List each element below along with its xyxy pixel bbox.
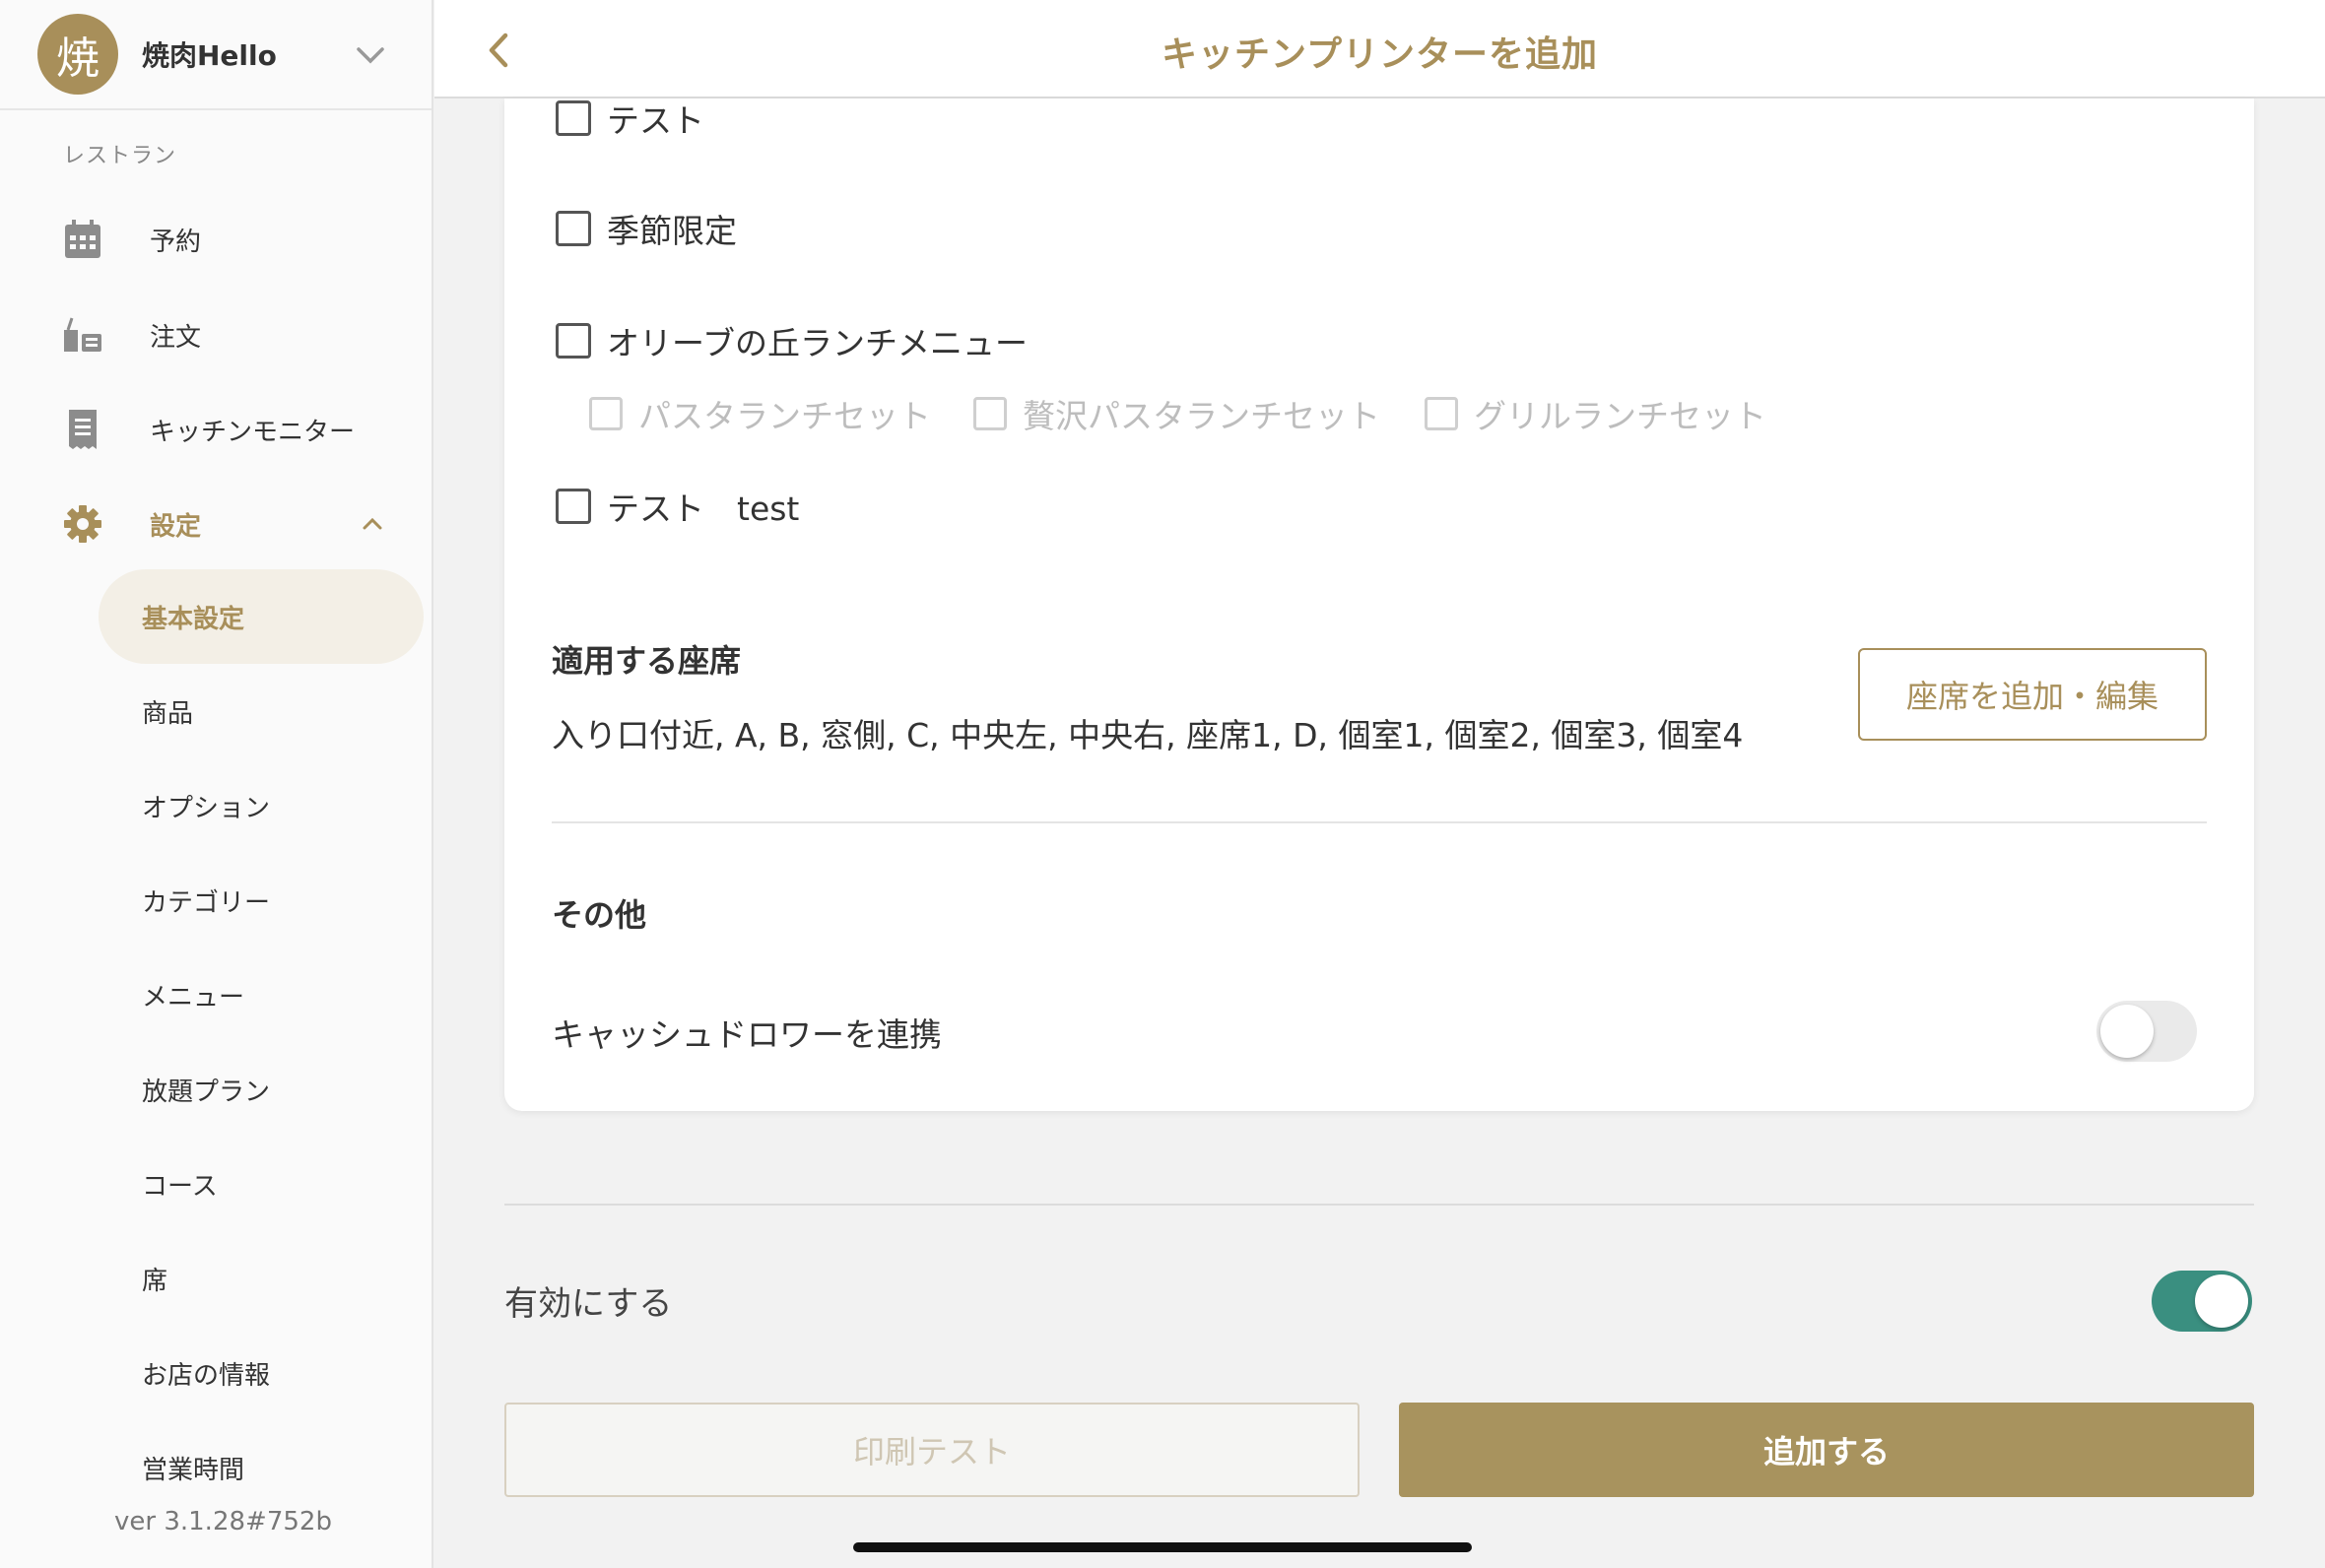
checkbox[interactable] xyxy=(556,323,591,359)
sidebar-subitem-seats[interactable]: 席 xyxy=(99,1231,424,1326)
sidebar-subitem-course[interactable]: コース xyxy=(99,1137,424,1231)
submenu-checkbox-row: パスタランチセット xyxy=(589,390,931,437)
order-icon xyxy=(61,313,104,357)
checkbox[interactable] xyxy=(556,100,591,136)
enable-label: 有効にする xyxy=(504,1284,673,1324)
sidebar-item-label: 設定 xyxy=(150,511,202,542)
top-bar: キッチンプリンターを追加 xyxy=(434,0,2325,98)
cash-drawer-toggle[interactable] xyxy=(2096,1001,2197,1062)
sidebar-subitem-categories[interactable]: カテゴリー xyxy=(99,853,424,947)
page-title: キッチンプリンターを追加 xyxy=(1162,34,1598,75)
sidebar-subitem-all-you-can-plan[interactable]: 放題プラン xyxy=(99,1042,424,1137)
sidebar-subitem-basic-settings[interactable]: 基本設定 xyxy=(99,569,424,664)
receipt-icon xyxy=(61,408,104,451)
home-indicator xyxy=(853,1542,1472,1552)
checkbox-label: テスト test xyxy=(607,490,800,528)
sidebar-item-label: 注文 xyxy=(150,322,202,353)
checkbox xyxy=(973,397,1007,430)
seats-section-title: 適用する座席 xyxy=(552,642,742,680)
divider xyxy=(504,1204,2254,1206)
store-name: 焼肉Hello xyxy=(142,39,277,72)
cash-drawer-label: キャッシュドロワーを連携 xyxy=(552,1015,942,1054)
chevron-up-icon xyxy=(363,517,382,530)
menu-checkbox-row[interactable]: テスト xyxy=(556,95,704,142)
sidebar-item-kitchen-monitor[interactable]: キッチンモニター xyxy=(0,394,433,465)
checkbox-label: 季節限定 xyxy=(607,212,737,250)
divider xyxy=(552,821,2207,823)
submenu-checkbox-row: 贅沢パスタランチセット xyxy=(973,390,1380,437)
toggle-knob xyxy=(2100,1005,2154,1058)
checkbox[interactable] xyxy=(556,489,591,524)
menu-checkbox-row[interactable]: テスト test xyxy=(556,483,799,530)
section-label-restaurant: レストラン xyxy=(63,144,177,168)
sidebar-item-order[interactable]: 注文 xyxy=(0,299,433,370)
sidebar-item-label: 予約 xyxy=(150,227,202,257)
checkbox-label: 贅沢パスタランチセット xyxy=(1023,397,1380,435)
checkbox-label: グリルランチセット xyxy=(1474,397,1766,435)
checkbox-label: テスト xyxy=(607,101,704,140)
sidebar-subitem-menu[interactable]: メニュー xyxy=(99,947,424,1042)
chevron-down-icon[interactable] xyxy=(349,33,392,77)
menu-checkbox-row[interactable]: オリーブの丘ランチメニュー xyxy=(556,317,1028,364)
other-section-title: その他 xyxy=(552,896,647,934)
seats-list: 入り口付近, A, B, 窓側, C, 中央左, 中央右, 座席1, D, 個室… xyxy=(552,716,1744,754)
add-button[interactable]: 追加する xyxy=(1399,1403,2254,1497)
test-print-button[interactable]: 印刷テスト xyxy=(504,1403,1360,1497)
sidebar-item-reservation[interactable]: 予約 xyxy=(0,204,433,275)
sidebar: 焼 焼肉Hello レストラン 予約 注文 キッチンモニター 設定 基本設定 商… xyxy=(0,0,433,1568)
checkbox-label: オリーブの丘ランチメニュー xyxy=(607,324,1029,362)
checkbox xyxy=(1425,397,1458,430)
checkbox xyxy=(589,397,623,430)
sidebar-item-label: キッチンモニター xyxy=(150,417,356,447)
edit-seats-button[interactable]: 座席を追加・編集 xyxy=(1858,648,2207,741)
checkbox[interactable] xyxy=(556,211,591,246)
sidebar-item-settings[interactable]: 設定 xyxy=(0,489,433,559)
sidebar-subitem-business-hours[interactable]: 営業時間 xyxy=(99,1420,424,1515)
calendar-icon xyxy=(61,218,104,261)
sidebar-subitem-options[interactable]: オプション xyxy=(99,758,424,853)
menu-checkbox-row[interactable]: 季節限定 xyxy=(556,205,737,252)
toggle-knob xyxy=(2195,1274,2248,1328)
store-switcher[interactable]: 焼 焼肉Hello xyxy=(0,0,432,110)
enable-toggle[interactable] xyxy=(2152,1271,2252,1332)
checkbox-label: パスタランチセット xyxy=(638,397,931,435)
app-version: ver 3.1.28#752b xyxy=(114,1507,332,1536)
printer-settings-card: テスト 季節限定 オリーブの丘ランチメニュー パスタランチセット 贅沢パスタラン… xyxy=(504,98,2254,1111)
submenu-checkbox-row: グリルランチセット xyxy=(1425,390,1766,437)
sidebar-subitem-store-info[interactable]: お店の情報 xyxy=(99,1326,424,1420)
sidebar-subitem-products[interactable]: 商品 xyxy=(99,664,424,758)
store-avatar: 焼 xyxy=(37,14,118,95)
gear-icon xyxy=(61,502,104,546)
